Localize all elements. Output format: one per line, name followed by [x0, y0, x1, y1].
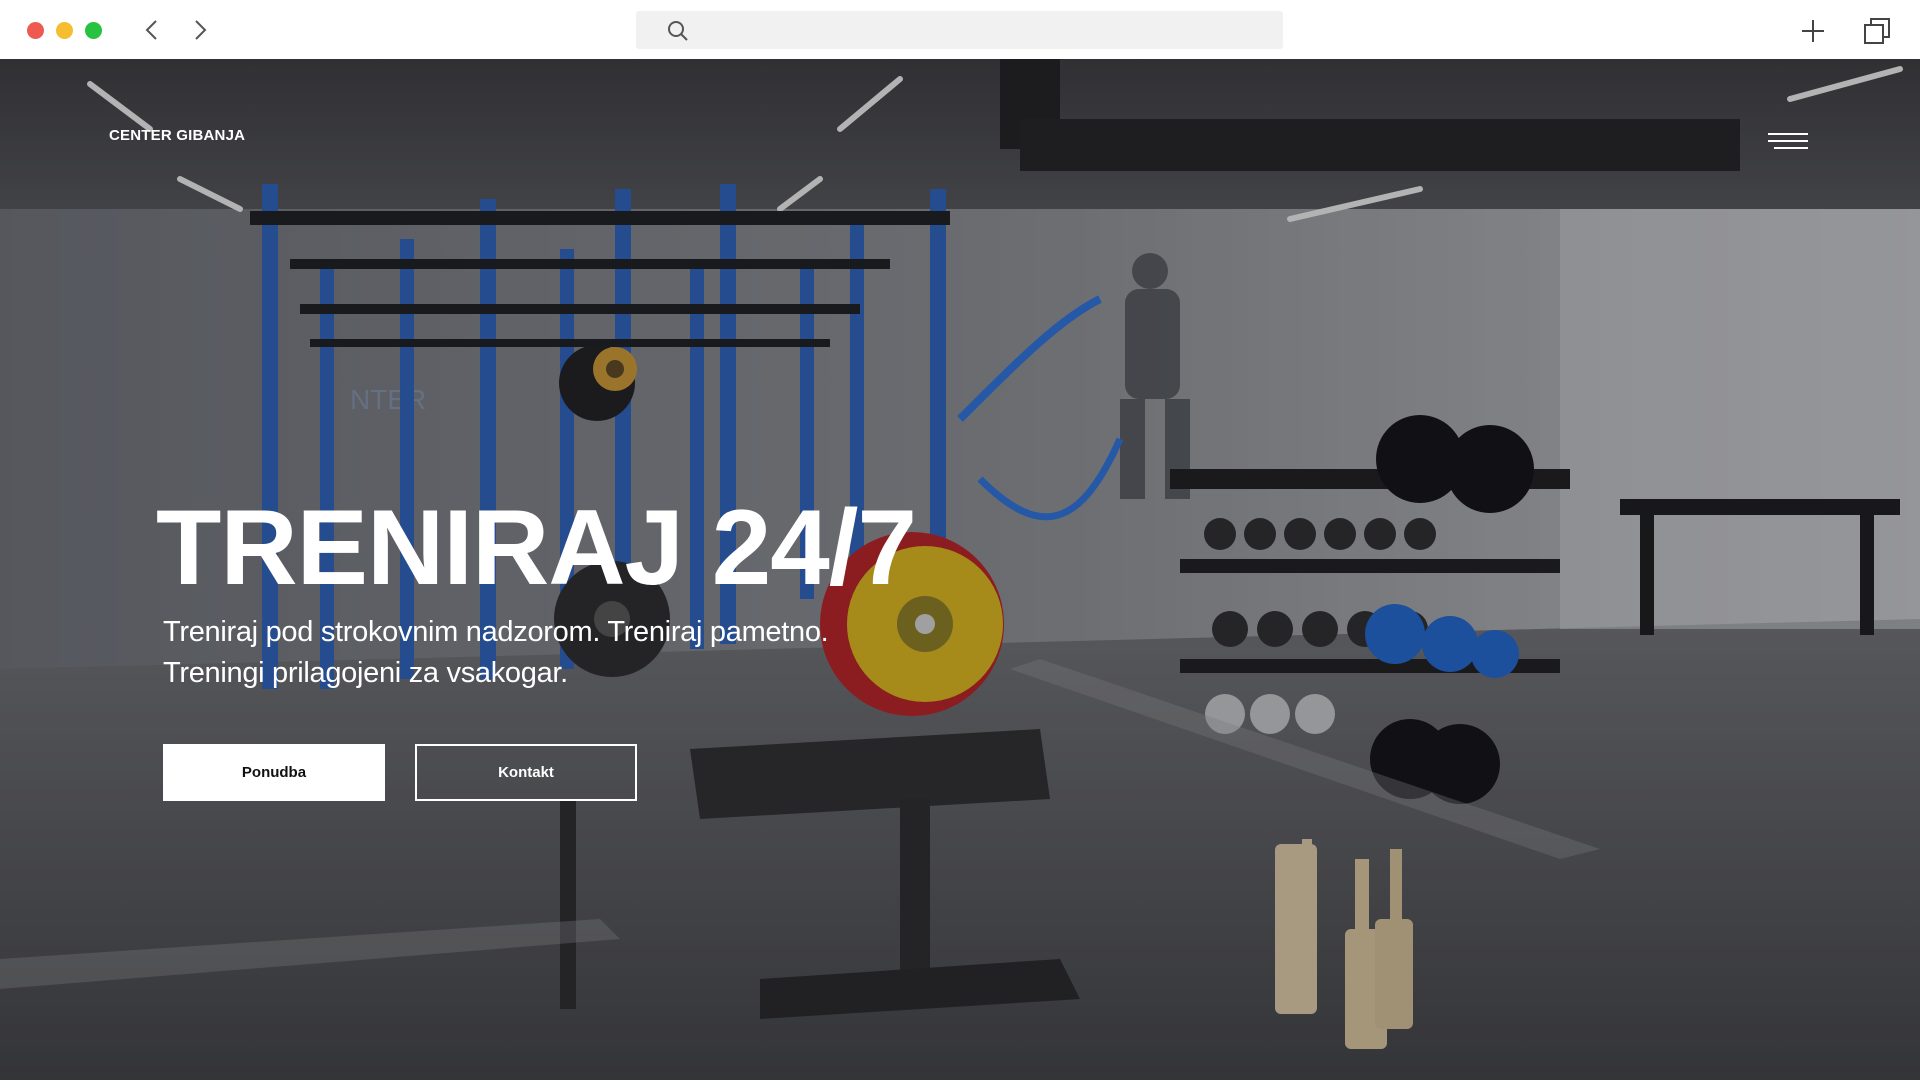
search-icon: [668, 21, 688, 41]
plus-icon: [1802, 20, 1824, 42]
site-logo[interactable]: CENTER GIBANJA: [109, 127, 245, 144]
hero-subline-1: Treniraj pod strokovnim nadzorom. Trenir…: [163, 616, 829, 648]
address-input[interactable]: [700, 11, 1270, 49]
hero-section: NTER CENTER GIBANJA TRENIRAJ 24/7 Trenir…: [0, 59, 1920, 1080]
maximize-window-button[interactable]: [85, 22, 102, 39]
hero-subline-2: Treningi prilagojeni za vsakogar.: [163, 657, 568, 689]
close-window-button[interactable]: [27, 22, 44, 39]
address-bar[interactable]: [636, 11, 1283, 49]
hero-headline: TRENIRAJ 24/7: [156, 487, 917, 607]
back-button[interactable]: [138, 16, 166, 44]
browser-toolbar: [0, 0, 1920, 59]
tabs-icon: [1864, 18, 1890, 44]
new-tab-button[interactable]: [1798, 16, 1828, 46]
offer-button[interactable]: Ponudba: [163, 744, 385, 801]
contact-button[interactable]: Kontakt: [415, 744, 637, 801]
forward-button[interactable]: [186, 16, 214, 44]
hamburger-menu-icon[interactable]: [1768, 129, 1812, 153]
tabs-overview-button[interactable]: [1862, 16, 1892, 46]
minimize-window-button[interactable]: [56, 22, 73, 39]
chevron-left-icon: [145, 20, 157, 40]
chevron-right-icon: [195, 20, 207, 40]
